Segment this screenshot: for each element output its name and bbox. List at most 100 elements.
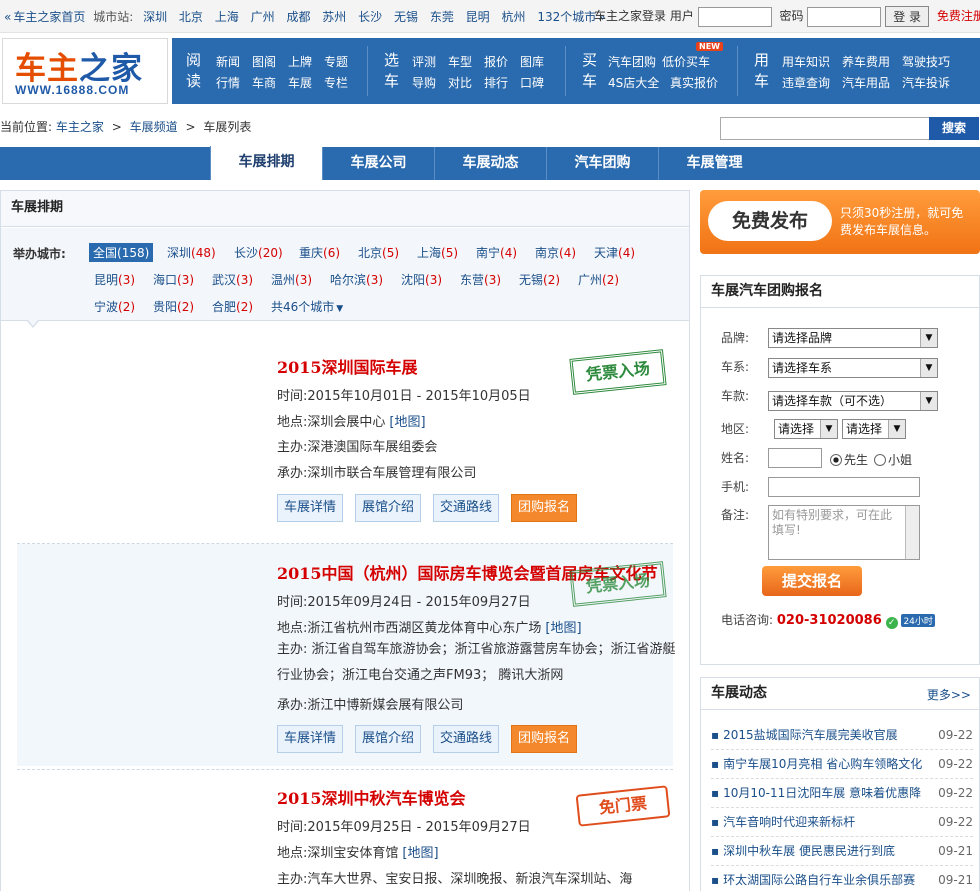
city-filter-item[interactable]: 合肥(2)	[212, 298, 253, 315]
province-select[interactable]: 请选择 ▼	[774, 419, 838, 439]
news-more-link[interactable]: 更多>>	[927, 686, 971, 703]
login-button[interactable]: 登 录	[885, 6, 930, 27]
site-link[interactable]: 深圳	[143, 10, 167, 24]
news-item[interactable]: ▪ 10月10-11日沈阳车展 意味着优惠降 09-22	[711, 779, 973, 808]
tab-expo-news[interactable]: 车展动态	[434, 147, 546, 180]
news-item[interactable]: ▪ 环太湖国际公路自行车业余俱乐部赛 09-21	[711, 866, 973, 891]
site-logo[interactable]: 车主之家 WWW.16888.COM	[2, 38, 168, 104]
city-filter-item[interactable]: 温州(3)	[271, 271, 312, 288]
group-signup-button[interactable]: 团购报名	[511, 725, 578, 753]
site-link[interactable]: 成都	[286, 10, 310, 24]
traffic-route-button[interactable]: 交通路线	[433, 494, 500, 522]
register-link[interactable]: 免费注册	[937, 9, 980, 23]
nav-item[interactable]: 专题	[324, 53, 348, 70]
city-filter-item[interactable]: 东营(3)	[460, 271, 501, 288]
search-button[interactable]: 搜索	[929, 117, 979, 140]
nav-item[interactable]: 图阁	[252, 53, 276, 70]
nav-item[interactable]: 专栏	[324, 74, 348, 91]
nav-item[interactable]: 评测	[412, 53, 436, 70]
nav-item[interactable]: 驾驶技巧	[902, 53, 950, 70]
city-filter-item[interactable]: 北京(5)	[358, 244, 399, 261]
city-filter-item[interactable]: 昆明(3)	[94, 271, 135, 288]
tab-expo-company[interactable]: 车展公司	[322, 147, 434, 180]
city-filter-item[interactable]: 全国(158)	[89, 243, 154, 262]
news-item[interactable]: ▪ 汽车音响时代迎来新标杆 09-22	[711, 808, 973, 837]
news-item[interactable]: ▪ 南宁车展10月亮相 省心购车领略文化 09-22	[711, 750, 973, 779]
map-link[interactable]: [地图]	[545, 621, 581, 636]
nav-item[interactable]: 报价	[484, 53, 508, 70]
tab-group-buy[interactable]: 汽车团购	[546, 147, 658, 180]
city-filter-item[interactable]: 武汉(3)	[212, 271, 253, 288]
site-link[interactable]: 上海	[215, 10, 239, 24]
site-link[interactable]: 无锡	[394, 10, 418, 24]
nav-item[interactable]: 图库	[520, 53, 544, 70]
expo-title[interactable]: 2015深圳国际车展	[277, 354, 418, 378]
nav-item[interactable]: 低价买车	[662, 53, 710, 70]
city-filter-item[interactable]: 南京(4)	[535, 244, 576, 261]
expo-detail-button[interactable]: 车展详情	[277, 494, 344, 522]
radio-ms[interactable]: 小姐	[874, 451, 912, 468]
city-select[interactable]: 请选择 ▼	[842, 419, 906, 439]
nav-item[interactable]: 行情	[216, 74, 240, 91]
model-select[interactable]: 请选择车款（可不选） ▼	[768, 391, 938, 411]
nav-item[interactable]: 养车费用	[842, 53, 890, 70]
free-publish-banner[interactable]: 免费发布 只须30秒注册，就可免费发布车展信息。	[700, 190, 980, 254]
site-link[interactable]: 北京	[179, 10, 203, 24]
radio-mr[interactable]: 先生	[830, 451, 868, 468]
traffic-route-button[interactable]: 交通路线	[433, 725, 500, 753]
site-link[interactable]: 长沙	[358, 10, 382, 24]
city-filter-item[interactable]: 天津(4)	[594, 244, 635, 261]
nav-item[interactable]: 违章查询	[782, 74, 830, 91]
nav-item[interactable]: 4S店大全	[608, 74, 659, 91]
submit-signup-button[interactable]: 提交报名	[762, 566, 862, 596]
nav-item[interactable]: 排行	[484, 74, 508, 91]
city-filter-item[interactable]: 沈阳(3)	[401, 271, 442, 288]
breadcrumb-link[interactable]: 车展频道	[130, 120, 178, 134]
nav-item[interactable]: 汽车用品	[842, 74, 890, 91]
password-input[interactable]	[807, 6, 882, 27]
search-input[interactable]	[720, 117, 930, 140]
site-link[interactable]: 昆明	[466, 10, 490, 24]
series-select[interactable]: 请选择车系 ▼	[768, 358, 938, 378]
venue-info-button[interactable]: 展馆介绍	[355, 494, 422, 522]
site-link[interactable]: 苏州	[322, 10, 346, 24]
nav-item[interactable]: 对比	[448, 74, 472, 91]
expo-title[interactable]: 2015深圳中秋汽车博览会	[277, 785, 466, 809]
group-signup-button[interactable]: 团购报名	[511, 494, 578, 522]
username-input[interactable]	[697, 6, 772, 27]
city-filter-item[interactable]: 广州(2)	[578, 271, 619, 288]
city-filter-item[interactable]: 宁波(2)	[94, 298, 135, 315]
city-filter-item[interactable]: 海口(3)	[153, 271, 194, 288]
city-filter-item[interactable]: 深圳(48)	[167, 244, 216, 261]
site-link[interactable]: 杭州	[502, 10, 526, 24]
nav-item[interactable]: 汽车投诉	[902, 74, 950, 91]
brand-select[interactable]: 请选择品牌 ▼	[768, 328, 938, 348]
nav-item[interactable]: 上牌	[288, 53, 312, 70]
venue-info-button[interactable]: 展馆介绍	[355, 725, 422, 753]
news-item[interactable]: ▪ 2015盐城国际汽车展完美收官展 09-22	[711, 721, 973, 750]
nav-item[interactable]: 用车知识	[782, 53, 830, 70]
nav-item[interactable]: 车型	[448, 53, 472, 70]
news-item[interactable]: ▪ 深圳中秋车展 便民惠民进行到底 09-21	[711, 837, 973, 866]
city-filter-item[interactable]: 长沙(20)	[234, 244, 283, 261]
note-textarea[interactable]: 如有特别要求，可在此填写!	[768, 505, 920, 560]
name-input[interactable]	[768, 448, 822, 468]
more-cities-toggle[interactable]: 共46个城市 ▼	[271, 298, 343, 315]
city-filter-item[interactable]: 上海(5)	[417, 244, 458, 261]
map-link[interactable]: [地图]	[389, 415, 425, 430]
site-link[interactable]: 东莞	[430, 10, 454, 24]
city-filter-item[interactable]: 贵阳(2)	[153, 298, 194, 315]
map-link[interactable]: [地图]	[402, 846, 438, 861]
free-publish-button[interactable]: 免费发布	[708, 201, 832, 241]
site-link[interactable]: 广州	[251, 10, 275, 24]
city-filter-item[interactable]: 南宁(4)	[476, 244, 517, 261]
expo-detail-button[interactable]: 车展详情	[277, 725, 344, 753]
phone-input[interactable]	[768, 477, 920, 497]
city-filter-item[interactable]: 无锡(2)	[519, 271, 560, 288]
nav-item[interactable]: 车展	[288, 74, 312, 91]
nav-item[interactable]: 口碑	[520, 74, 544, 91]
home-link[interactable]: 车主之家首页	[13, 10, 85, 24]
nav-item[interactable]: 汽车团购	[608, 53, 656, 70]
tab-expo-manage[interactable]: 车展管理	[658, 147, 770, 180]
nav-item[interactable]: 车商	[252, 74, 276, 91]
